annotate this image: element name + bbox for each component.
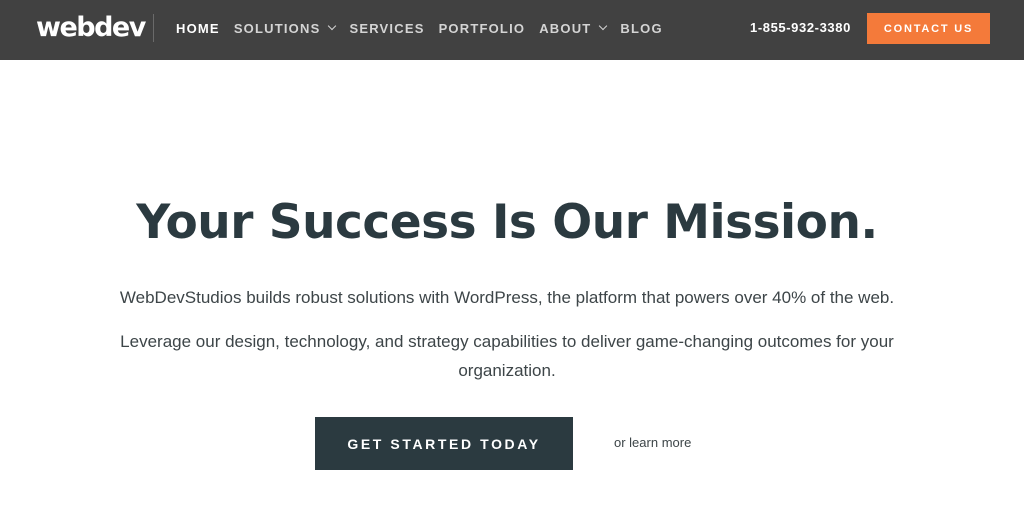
logo-divider [153, 14, 154, 42]
nav-item-label: SERVICES [349, 20, 425, 36]
nav-item-label: PORTFOLIO [438, 20, 526, 36]
chevron-down-icon [599, 21, 608, 31]
nav-item-about[interactable]: ABOUT [539, 20, 608, 36]
nav-item-services[interactable]: SERVICES [349, 21, 424, 36]
nav-item-blog[interactable]: BLOG [620, 21, 662, 36]
nav-item-portfolio[interactable]: PORTFOLIO [439, 21, 526, 36]
hero-subtitle: WebDevStudios builds robust solutions wi… [119, 288, 895, 307]
learn-more-link[interactable]: or learn more [614, 435, 691, 451]
site-logo[interactable]: webdev [36, 13, 146, 43]
nav-item-solutions[interactable]: SOLUTIONS [233, 20, 337, 36]
get-started-button[interactable]: GET STARTED TODAY [315, 417, 573, 470]
site-header: webdev HOME SOLUTIONS SERVICES PORTFOLIO… [0, 0, 1024, 60]
hero-description: Leverage our design, technology, and str… [120, 332, 894, 380]
nav-item-label: HOME [176, 20, 220, 36]
nav-item-label: ABOUT [539, 20, 592, 36]
hero-title: Your Success Is Our Mission. [136, 195, 878, 250]
chevron-down-icon [328, 21, 337, 31]
nav-item-home[interactable]: HOME [176, 21, 220, 36]
nav-item-label: BLOG [620, 20, 663, 36]
phone-link[interactable]: 1-855-932-3380 [750, 20, 851, 36]
nav-item-label: SOLUTIONS [233, 20, 321, 36]
main-nav: HOME SOLUTIONS SERVICES PORTFOLIO ABOUT … [176, 0, 677, 56]
contact-us-button[interactable]: CONTACT US [867, 13, 990, 44]
